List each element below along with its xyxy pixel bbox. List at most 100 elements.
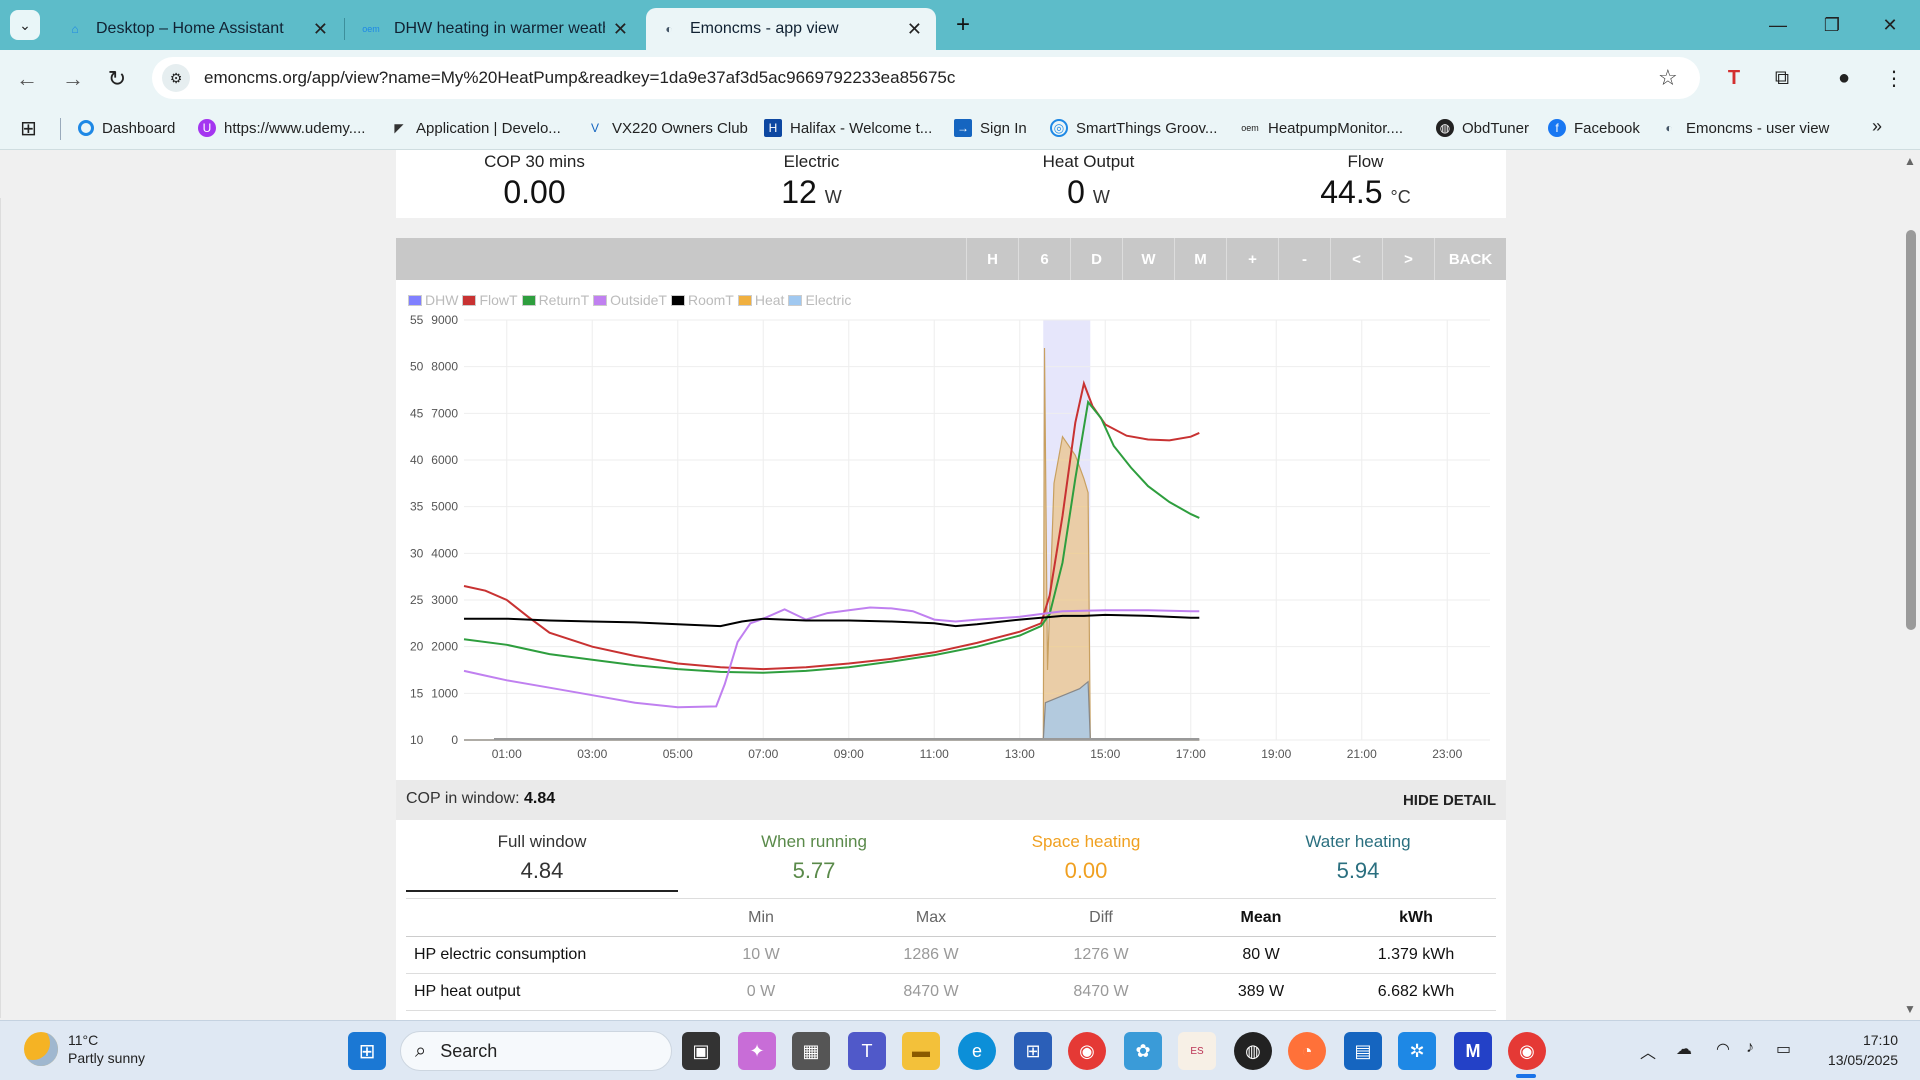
y-right-tick-label: 9000 xyxy=(431,313,458,327)
app-puzzle-icon[interactable]: ✿ xyxy=(1124,1032,1162,1070)
bookmark-facebook[interactable]: f Facebook xyxy=(1548,116,1640,140)
bookmark-star-icon[interactable]: ☆ xyxy=(1658,65,1688,91)
close-window-button[interactable]: ✕ xyxy=(1870,10,1910,40)
y-left-tick-label: 55 xyxy=(410,313,424,327)
heatpump-chart[interactable]: 55 50 45 40 35 30 25 20 15 10 9000 8000 7000 6000 5000… xyxy=(396,280,1506,780)
url-text[interactable]: emoncms.org/app/view?name=My%20HeatPump&… xyxy=(204,68,1658,88)
bookmark-emoncms-user-view[interactable]: ◐ Emoncms - user view xyxy=(1660,116,1829,140)
x-tick-label: 23:00 xyxy=(1432,747,1462,761)
bookmark-vx220[interactable]: V VX220 Owners Club xyxy=(586,116,748,140)
mode-water-heating[interactable]: Water heating 5.94 xyxy=(1222,830,1494,892)
mode-full-window[interactable]: Full window 4.84 xyxy=(406,830,678,892)
table-row: HP electric consumption 10 W 1286 W 1276… xyxy=(406,936,1496,974)
firefox-icon[interactable]: ◔ xyxy=(1288,1032,1326,1070)
scrollbar-thumb[interactable] xyxy=(1906,230,1916,630)
y-right-tick-label: 1000 xyxy=(431,686,458,700)
y-right-tick-label: 0 xyxy=(451,733,458,747)
extensions-puzzle-icon[interactable]: ⧉ xyxy=(1766,62,1798,94)
y-right-tick-label: 2000 xyxy=(431,640,458,654)
bookmark-obdtuner[interactable]: ◍ ObdTuner xyxy=(1436,116,1529,140)
kebab-menu-icon[interactable]: ⋮ xyxy=(1878,62,1910,94)
close-tab-icon[interactable]: ✕ xyxy=(313,19,328,40)
tab-dhw-heating[interactable]: oem DHW heating in warmer weathe ✕ xyxy=(346,8,642,50)
volume-icon[interactable]: ♪ xyxy=(1746,1039,1754,1057)
edge-icon[interactable]: e xyxy=(958,1032,996,1070)
bookmark-dashboard[interactable]: Dashboard xyxy=(78,116,175,140)
bookmark-halifax[interactable]: H Halifax - Welcome t... xyxy=(764,116,932,140)
range-day-button[interactable]: D xyxy=(1070,238,1122,280)
profile-avatar-icon[interactable]: ● xyxy=(1828,62,1860,94)
tab-search-menu[interactable]: ⌄ xyxy=(10,10,40,40)
file-explorer-icon[interactable]: ▬ xyxy=(902,1032,940,1070)
x-tick-label: 09:00 xyxy=(834,747,864,761)
esploratore-icon[interactable]: ES xyxy=(1178,1032,1216,1070)
document-app-icon[interactable]: ▤ xyxy=(1344,1032,1382,1070)
pan-left-button[interactable]: < xyxy=(1330,238,1382,280)
forward-button[interactable]: → xyxy=(58,64,88,94)
task-view-icon[interactable]: ▣ xyxy=(682,1032,720,1070)
zoom-in-button[interactable]: + xyxy=(1226,238,1278,280)
tesla-extension-icon[interactable]: T xyxy=(1718,62,1750,94)
bookmark-application[interactable]: ◤ Application | Develo... xyxy=(390,116,560,140)
weather-widget[interactable]: 11°C Partly sunny xyxy=(24,1031,145,1067)
app-content: COP 30 mins 0.00 Electric 12 W Heat Outpu… xyxy=(396,150,1506,1020)
zoom-out-button[interactable]: - xyxy=(1278,238,1330,280)
chrome-active-icon[interactable]: ◉ xyxy=(1508,1032,1546,1070)
range-month-button[interactable]: M xyxy=(1174,238,1226,280)
arrow-left-icon: ← xyxy=(16,66,38,91)
windows-start-icon[interactable]: ⊞ xyxy=(348,1032,386,1070)
copilot-icon[interactable]: ✦ xyxy=(738,1032,776,1070)
calculator-icon[interactable]: ▦ xyxy=(792,1032,830,1070)
tray-chevron-up-icon[interactable]: ︿ xyxy=(1640,1039,1656,1063)
system-clock[interactable]: 17:10 13/05/2025 xyxy=(1828,1030,1898,1070)
teams-icon[interactable]: T xyxy=(848,1032,886,1070)
site-info-icon[interactable]: ⚙ xyxy=(162,64,190,92)
openenergymonitor-icon: oem xyxy=(362,24,380,34)
browser-toolbar: ← → ↻ ⚙ emoncms.org/app/view?name=My%20H… xyxy=(0,50,1920,106)
range-6h-button[interactable]: 6 xyxy=(1018,238,1070,280)
new-tab-button[interactable]: + xyxy=(948,10,978,40)
battery-icon[interactable]: ▭ xyxy=(1776,1039,1791,1059)
tab-home-assistant[interactable]: ⌂ Desktop – Home Assistant ✕ xyxy=(52,8,342,50)
back-button[interactable]: ← xyxy=(12,64,42,94)
onedrive-icon[interactable]: ☁ xyxy=(1676,1039,1692,1059)
smartthings-app-icon[interactable]: ✲ xyxy=(1398,1032,1436,1070)
tab-strip: ⌄ ⌂ Desktop – Home Assistant ✕ oem DHW h… xyxy=(0,0,1920,50)
apps-grid-icon[interactable]: ⊞ xyxy=(20,116,37,141)
x-tick-label: 21:00 xyxy=(1347,747,1377,761)
stat-cop: COP 30 mins 0.00 xyxy=(484,152,585,210)
chrome-icon[interactable]: ◉ xyxy=(1068,1032,1106,1070)
restore-button[interactable]: ❐ xyxy=(1812,10,1852,40)
mode-space-heating[interactable]: Space heating 0.00 xyxy=(950,830,1222,892)
taskbar-search[interactable]: ⌕ Search xyxy=(400,1031,672,1071)
scroll-down-icon[interactable]: ▼ xyxy=(1904,1002,1916,1016)
more-bookmarks-icon[interactable]: » xyxy=(1872,116,1882,137)
chart-panel: DHW FlowT ReturnT OutsideT RoomT Heat Electric… xyxy=(396,280,1506,780)
cop-window-bar: COP in window: 4.84 HIDE DETAIL xyxy=(396,780,1506,820)
range-week-button[interactable]: W xyxy=(1122,238,1174,280)
back-range-button[interactable]: BACK xyxy=(1434,238,1506,280)
tab-emoncms-app-view[interactable]: ◐ Emoncms - app view ✕ xyxy=(646,8,936,50)
m365-icon[interactable]: M xyxy=(1454,1032,1492,1070)
close-tab-icon[interactable]: ✕ xyxy=(613,19,628,40)
address-bar[interactable]: ⚙ emoncms.org/app/view?name=My%20HeatPum… xyxy=(152,57,1700,99)
pan-right-button[interactable]: > xyxy=(1382,238,1434,280)
store-icon[interactable]: ⊞ xyxy=(1014,1032,1052,1070)
emoncms-icon: ◐ xyxy=(1665,121,1673,135)
active-app-indicator xyxy=(1516,1074,1536,1078)
bookmark-heatpumpmonitor[interactable]: oem HeatpumpMonitor.... xyxy=(1240,116,1403,140)
scroll-up-icon[interactable]: ▲ xyxy=(1904,154,1916,168)
reload-button[interactable]: ↻ xyxy=(102,64,132,94)
wifi-icon[interactable]: ◠ xyxy=(1716,1039,1730,1059)
range-hour-button[interactable]: H xyxy=(966,238,1018,280)
bookmark-smartthings[interactable]: ◎ SmartThings Groov... xyxy=(1050,116,1217,140)
y-left-tick-label: 50 xyxy=(410,360,424,374)
close-tab-icon[interactable]: ✕ xyxy=(907,19,922,40)
bookmark-sign-in[interactable]: → Sign In xyxy=(954,116,1027,140)
hide-detail-button[interactable]: HIDE DETAIL xyxy=(1403,792,1496,809)
bookmark-udemy[interactable]: Uhttps://www.udemy.... xyxy=(198,116,365,140)
minimize-button[interactable]: — xyxy=(1758,10,1798,40)
obs-icon[interactable]: ◍ xyxy=(1234,1032,1272,1070)
y-right-tick-label: 8000 xyxy=(431,360,458,374)
mode-when-running[interactable]: When running 5.77 xyxy=(678,830,950,892)
